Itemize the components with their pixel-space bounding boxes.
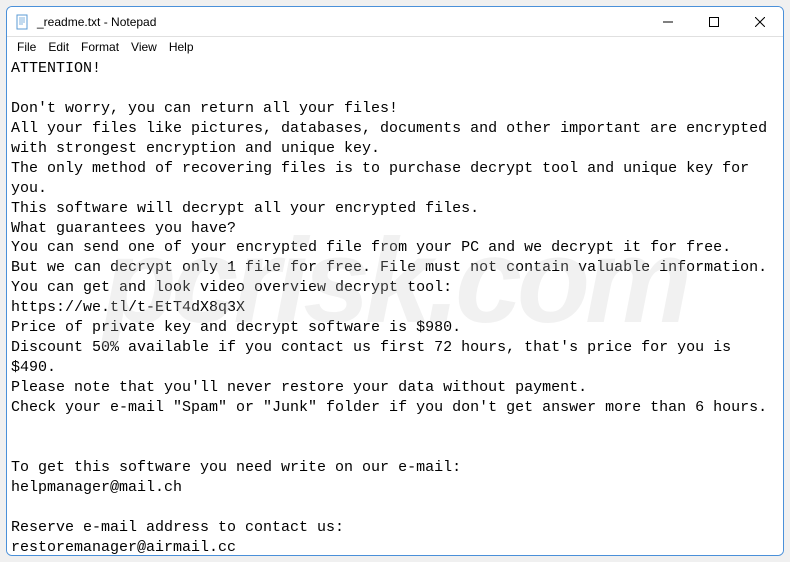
maximize-button[interactable] bbox=[691, 7, 737, 37]
menu-help[interactable]: Help bbox=[163, 38, 200, 56]
menu-format[interactable]: Format bbox=[75, 38, 125, 56]
menu-edit[interactable]: Edit bbox=[42, 38, 75, 56]
window-controls bbox=[645, 7, 783, 36]
menu-file[interactable]: File bbox=[11, 38, 42, 56]
minimize-button[interactable] bbox=[645, 7, 691, 37]
menu-view[interactable]: View bbox=[125, 38, 163, 56]
menubar: File Edit Format View Help bbox=[7, 37, 783, 57]
close-button[interactable] bbox=[737, 7, 783, 37]
notepad-icon bbox=[15, 14, 31, 30]
titlebar[interactable]: _readme.txt - Notepad bbox=[7, 7, 783, 37]
window-title: _readme.txt - Notepad bbox=[37, 15, 645, 29]
text-content[interactable]: ATTENTION! Don't worry, you can return a… bbox=[7, 57, 783, 555]
notepad-window: _readme.txt - Notepad File Edit Format V… bbox=[6, 6, 784, 556]
